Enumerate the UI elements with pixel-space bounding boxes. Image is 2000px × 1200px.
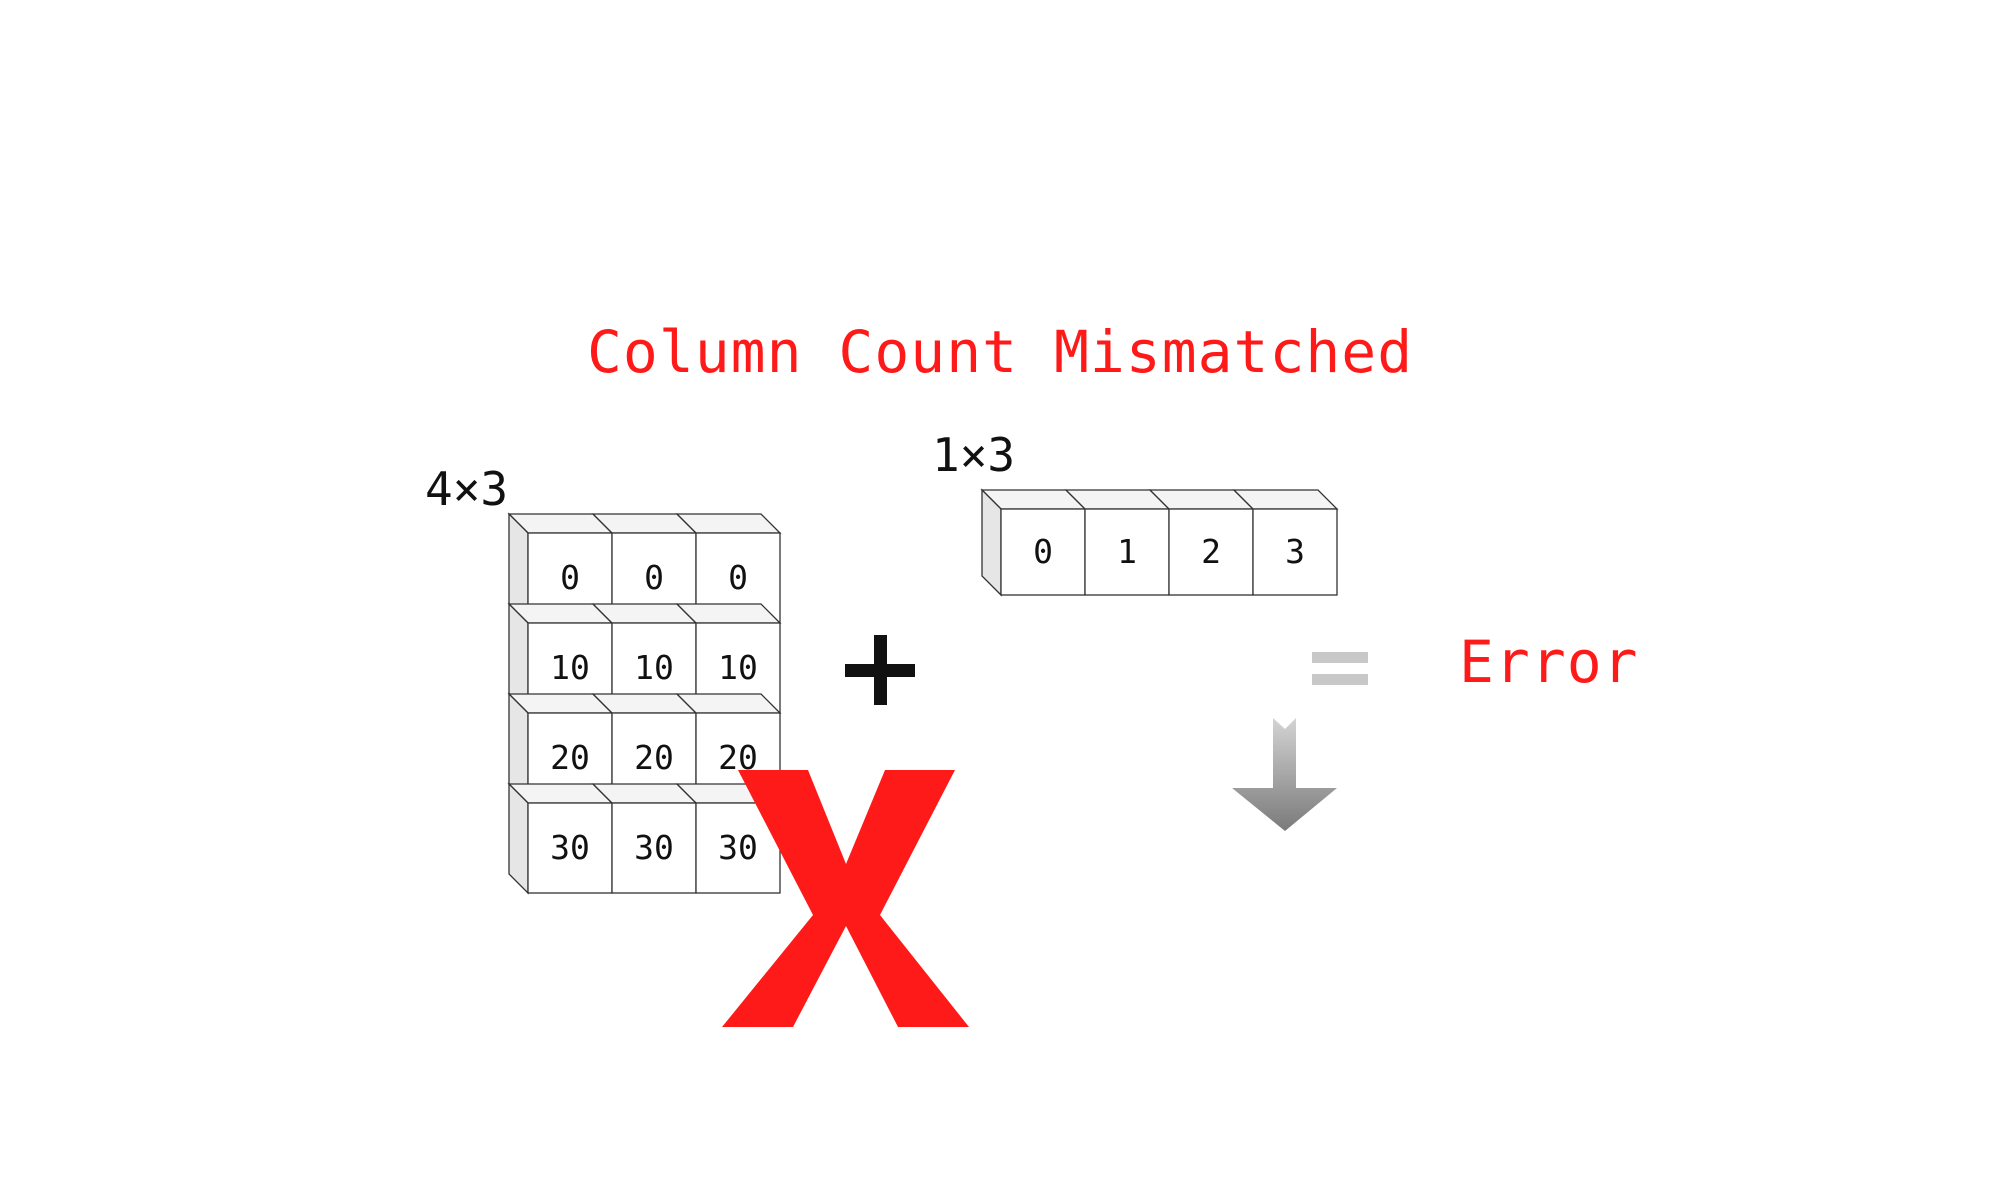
- broadcast-error-diagram: Column Count Mismatched 4×3 1×3 0 0 0 10 10 1…: [0, 0, 2000, 1200]
- x-cross-icon: [722, 770, 969, 1027]
